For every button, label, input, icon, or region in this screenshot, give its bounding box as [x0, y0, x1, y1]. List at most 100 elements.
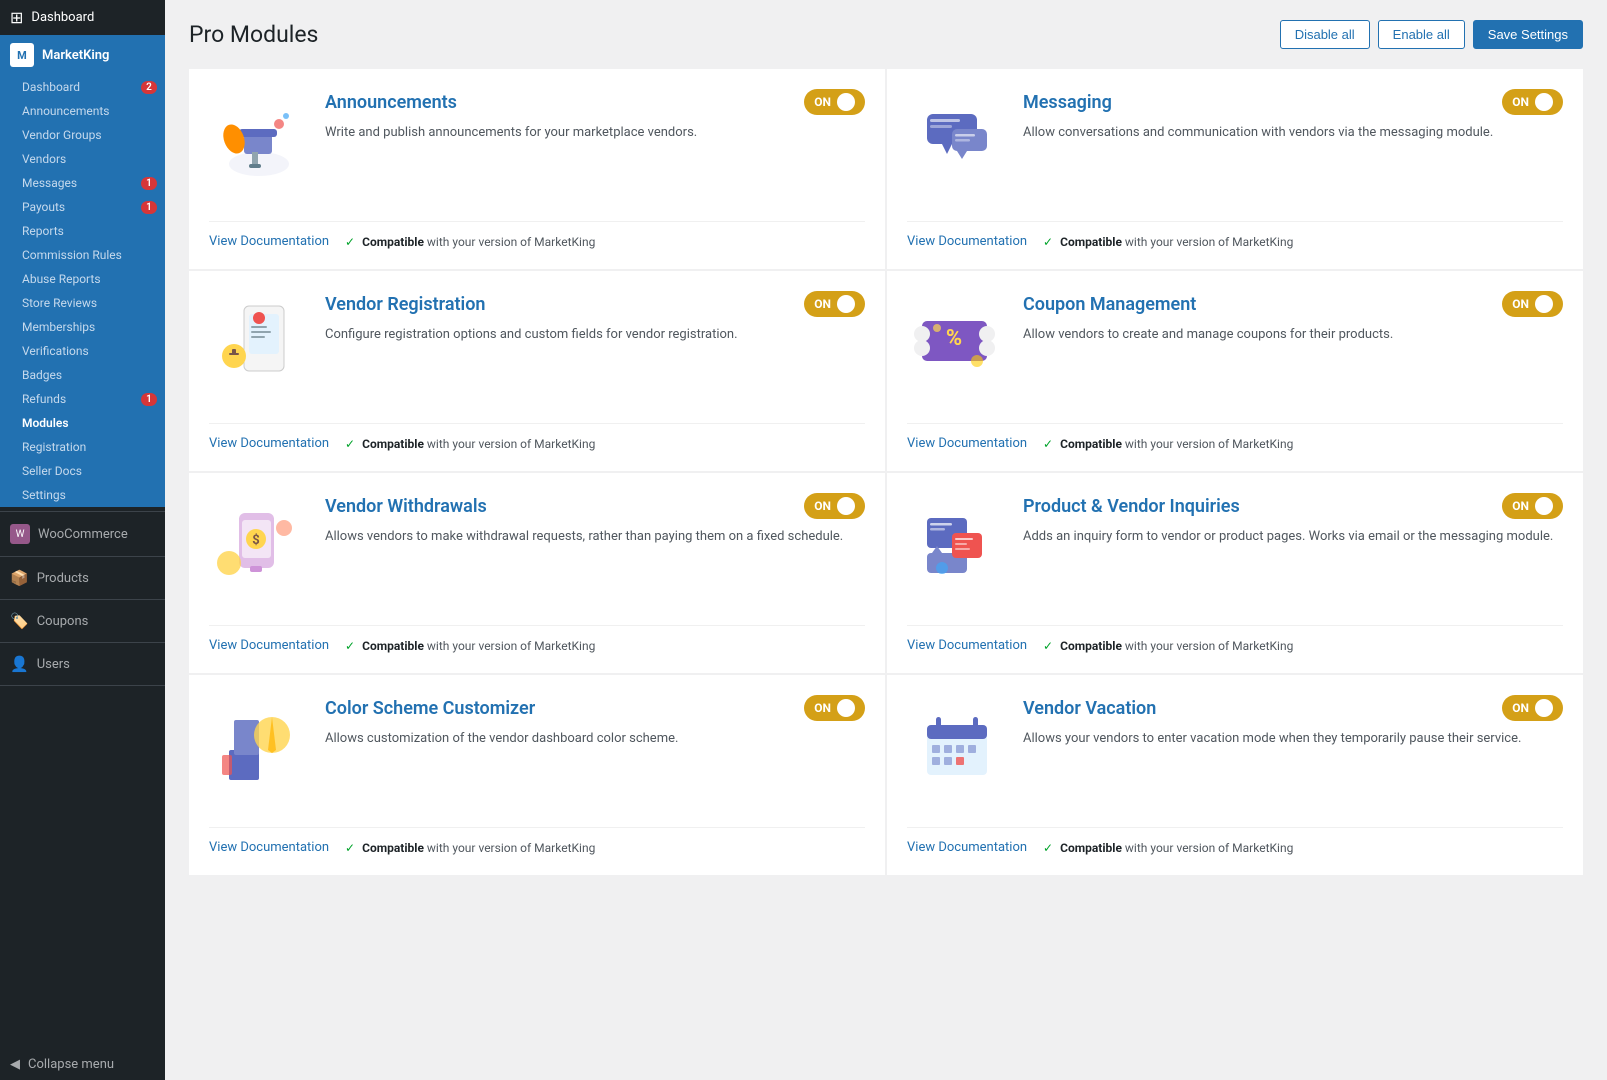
module-footer-vendor-withdrawals: View Documentation ✓ Compatible with you… — [209, 625, 865, 653]
sidebar-item-vendors[interactable]: Vendors — [0, 147, 165, 171]
products-icon: 📦 — [10, 569, 29, 587]
toggle-label-color-scheme-customizer: ON — [814, 701, 831, 715]
svg-text:%: % — [946, 326, 962, 351]
module-card-top-vendor-withdrawals: $ Vendor Withdrawals ON Allows vendors t… — [209, 493, 865, 609]
refunds-badge: 1 — [141, 393, 157, 406]
messages-badge: 1 — [141, 177, 157, 190]
sidebar-item-announcements[interactable]: Announcements — [0, 99, 165, 123]
module-toggle-announcements[interactable]: ON — [804, 89, 865, 115]
compatible-check-icon-vendor-withdrawals: ✓ — [345, 639, 355, 653]
toggle-knob-vendor-withdrawals — [837, 497, 855, 515]
sidebar-item-coupons[interactable]: 🏷️ Coupons — [0, 604, 165, 638]
module-card-vendor-withdrawals: $ Vendor Withdrawals ON Allows vendors t… — [189, 473, 885, 673]
sidebar-item-dashboard-top[interactable]: ⊞ Dashboard — [0, 0, 165, 35]
module-title-row-vendor-withdrawals: Vendor Withdrawals ON — [325, 493, 865, 519]
module-docs-link-product-vendor-inquiries[interactable]: View Documentation — [907, 638, 1027, 653]
toggle-knob-color-scheme-customizer — [837, 699, 855, 717]
toggle-knob-vendor-vacation — [1535, 699, 1553, 717]
module-docs-link-messaging[interactable]: View Documentation — [907, 234, 1027, 249]
module-docs-link-vendor-withdrawals[interactable]: View Documentation — [209, 638, 329, 653]
disable-all-button[interactable]: Disable all — [1280, 20, 1370, 49]
module-title-color-scheme-customizer: Color Scheme Customizer — [325, 698, 535, 719]
sidebar-item-badges[interactable]: Badges — [0, 363, 165, 387]
toggle-label-vendor-registration: ON — [814, 297, 831, 311]
module-compatible-coupon-management: ✓ Compatible with your version of Market… — [1043, 437, 1293, 451]
module-docs-link-color-scheme-customizer[interactable]: View Documentation — [209, 840, 329, 855]
module-toggle-messaging[interactable]: ON — [1502, 89, 1563, 115]
module-toggle-product-vendor-inquiries[interactable]: ON — [1502, 493, 1563, 519]
compatible-check-icon-announcements: ✓ — [345, 235, 355, 249]
module-title-row-vendor-registration: Vendor Registration ON — [325, 291, 865, 317]
sidebar-item-seller-docs[interactable]: Seller Docs — [0, 459, 165, 483]
sidebar-item-memberships[interactable]: Memberships — [0, 315, 165, 339]
module-desc-messaging: Allow conversations and communication wi… — [1023, 123, 1563, 143]
sidebar-item-refunds[interactable]: Refunds 1 — [0, 387, 165, 411]
sidebar-item-collapse[interactable]: ◀ Collapse menu — [0, 1049, 165, 1080]
module-title-vendor-vacation: Vendor Vacation — [1023, 698, 1156, 719]
sidebar-item-abuse-reports[interactable]: Abuse Reports — [0, 267, 165, 291]
module-footer-announcements: View Documentation ✓ Compatible with you… — [209, 221, 865, 249]
module-content-messaging: Messaging ON Allow conversations and com… — [1023, 89, 1563, 205]
module-content-color-scheme-customizer: Color Scheme Customizer ON Allows custom… — [325, 695, 865, 811]
woocommerce-label: WooCommerce — [38, 527, 128, 542]
module-toggle-color-scheme-customizer[interactable]: ON — [804, 695, 865, 721]
module-toggle-vendor-vacation[interactable]: ON — [1502, 695, 1563, 721]
module-title-row-messaging: Messaging ON — [1023, 89, 1563, 115]
module-docs-link-coupon-management[interactable]: View Documentation — [907, 436, 1027, 451]
toggle-label-messaging: ON — [1512, 95, 1529, 109]
module-image-announcements — [209, 89, 309, 189]
sidebar-item-payouts[interactable]: Payouts 1 — [0, 195, 165, 219]
module-toggle-coupon-management[interactable]: ON — [1502, 291, 1563, 317]
module-content-vendor-vacation: Vendor Vacation ON Allows your vendors t… — [1023, 695, 1563, 811]
enable-all-button[interactable]: Enable all — [1378, 20, 1465, 49]
sidebar-item-commission-rules[interactable]: Commission Rules — [0, 243, 165, 267]
module-card-messaging: Messaging ON Allow conversations and com… — [887, 69, 1583, 269]
module-image-color-scheme-customizer — [209, 695, 309, 795]
module-content-vendor-registration: Vendor Registration ON Configure registr… — [325, 291, 865, 407]
module-desc-color-scheme-customizer: Allows customization of the vendor dashb… — [325, 729, 865, 749]
sidebar-divider-4 — [0, 642, 165, 643]
compatible-check-icon-vendor-vacation: ✓ — [1043, 841, 1053, 855]
sidebar-item-store-reviews[interactable]: Store Reviews — [0, 291, 165, 315]
header-actions: Disable all Enable all Save Settings — [1280, 20, 1583, 49]
sidebar-item-modules[interactable]: Modules — [0, 411, 165, 435]
marketking-icon: M — [10, 43, 34, 67]
module-docs-link-announcements[interactable]: View Documentation — [209, 234, 329, 249]
sidebar-item-vendor-groups[interactable]: Vendor Groups — [0, 123, 165, 147]
module-card-top-announcements: Announcements ON Write and publish annou… — [209, 89, 865, 205]
module-docs-link-vendor-registration[interactable]: View Documentation — [209, 436, 329, 451]
module-image-vendor-registration — [209, 291, 309, 391]
sidebar-item-products[interactable]: 📦 Products — [0, 561, 165, 595]
module-docs-link-vendor-vacation[interactable]: View Documentation — [907, 840, 1027, 855]
sidebar-item-dashboard-sub[interactable]: Dashboard 2 — [0, 75, 165, 99]
module-footer-vendor-vacation: View Documentation ✓ Compatible with you… — [907, 827, 1563, 855]
module-title-vendor-withdrawals: Vendor Withdrawals — [325, 496, 487, 517]
sidebar-item-reports[interactable]: Reports — [0, 219, 165, 243]
compatible-check-icon-product-vendor-inquiries: ✓ — [1043, 639, 1053, 653]
users-label: Users — [37, 657, 70, 672]
module-title-row-vendor-vacation: Vendor Vacation ON — [1023, 695, 1563, 721]
sidebar-item-settings[interactable]: Settings — [0, 483, 165, 507]
save-settings-button[interactable]: Save Settings — [1473, 20, 1583, 49]
module-image-coupon-management: % — [907, 291, 1007, 391]
module-card-top-vendor-vacation: Vendor Vacation ON Allows your vendors t… — [907, 695, 1563, 811]
module-title-vendor-registration: Vendor Registration — [325, 294, 485, 315]
sidebar-item-messages[interactable]: Messages 1 — [0, 171, 165, 195]
page-title: Pro Modules — [189, 21, 318, 48]
module-toggle-vendor-withdrawals[interactable]: ON — [804, 493, 865, 519]
sidebar-item-verifications[interactable]: Verifications — [0, 339, 165, 363]
sidebar-divider-2 — [0, 556, 165, 557]
module-content-announcements: Announcements ON Write and publish annou… — [325, 89, 865, 205]
module-desc-announcements: Write and publish announcements for your… — [325, 123, 865, 143]
toggle-label-vendor-vacation: ON — [1512, 701, 1529, 715]
sidebar-item-users[interactable]: 👤 Users — [0, 647, 165, 681]
module-card-vendor-registration: Vendor Registration ON Configure registr… — [189, 271, 885, 471]
sidebar-item-registration[interactable]: Registration — [0, 435, 165, 459]
module-footer-messaging: View Documentation ✓ Compatible with you… — [907, 221, 1563, 249]
module-card-top-coupon-management: % Coupon Management ON Allow vendors to … — [907, 291, 1563, 407]
module-content-vendor-withdrawals: Vendor Withdrawals ON Allows vendors to … — [325, 493, 865, 609]
module-compatible-announcements: ✓ Compatible with your version of Market… — [345, 235, 595, 249]
toggle-label-coupon-management: ON — [1512, 297, 1529, 311]
sidebar-item-woocommerce[interactable]: W WooCommerce — [0, 516, 165, 552]
module-toggle-vendor-registration[interactable]: ON — [804, 291, 865, 317]
